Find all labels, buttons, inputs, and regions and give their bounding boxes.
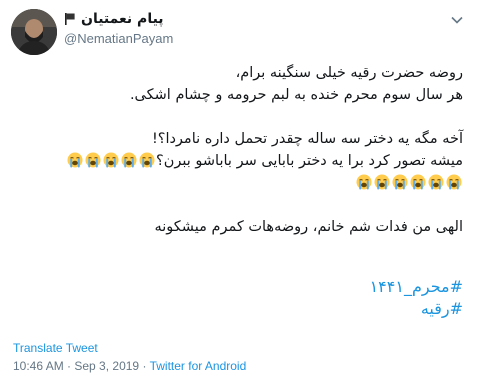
tweet-line: روضه حضرت رقیه خیلی سنگینه برام، (235, 65, 463, 81)
avatar[interactable] (11, 9, 57, 55)
crying-face-emoji-icon (67, 152, 83, 168)
author-name[interactable]: پیام نعمتیان (81, 11, 164, 27)
hashtag-link[interactable]: #محرم_۱۴۴۱ (370, 276, 463, 298)
meta-separator: · (63, 359, 75, 373)
tweet-source-link[interactable]: Twitter for Android (150, 359, 247, 373)
author-name-row: پیام نعمتیان (64, 11, 173, 27)
tweet-date[interactable]: Sep 3, 2019 (74, 359, 139, 373)
author-handle[interactable]: @NematianPayam (64, 31, 173, 46)
tweet-text: روضه حضرت رقیه خیلی سنگینه برام، هر سال … (14, 62, 463, 238)
emoji-group (66, 152, 156, 169)
author-block: پیام نعمتیان @NematianPayam (64, 11, 173, 46)
crying-face-emoji-icon (410, 174, 426, 190)
tweet-line: آخه مگه یه دختر سه ساله چقدر تحمل داره ن… (151, 131, 463, 147)
tweet-line-with-emoji: میشه تصور کرد برا یه دختر بابایی سر بابا… (14, 150, 463, 172)
tweet-line: الهی من فدات شم خانم، روضه‌هات کمرم میشک… (154, 219, 463, 235)
tweet-time[interactable]: 10:46 AM (13, 359, 64, 373)
crying-face-emoji-icon (103, 152, 119, 168)
translate-tweet-link[interactable]: Translate Tweet (13, 341, 98, 355)
hashtags: #محرم_۱۴۴۱ #رقیه (370, 276, 463, 320)
crying-face-emoji-icon (121, 152, 137, 168)
crying-face-emoji-icon (428, 174, 444, 190)
crying-face-emoji-icon (356, 174, 372, 190)
tweet-line-text: میشه تصور کرد برا یه دختر بابایی سر بابا… (156, 153, 463, 169)
tweet-line: هر سال سوم محرم خنده به لبم حرومه و چشام… (129, 87, 463, 103)
hashtag-link[interactable]: #رقیه (370, 298, 463, 320)
crying-face-emoji-icon (392, 174, 408, 190)
crying-face-emoji-icon (446, 174, 462, 190)
meta-separator: · (139, 359, 150, 373)
chevron-down-icon[interactable] (450, 12, 464, 26)
tweet-card: پیام نعمتیان @NematianPayam روضه حضرت رق… (0, 0, 480, 388)
emoji-line (14, 172, 463, 194)
flag-icon (64, 12, 76, 26)
crying-face-emoji-icon (374, 174, 390, 190)
emoji-group (355, 174, 463, 191)
crying-face-emoji-icon (85, 152, 101, 168)
crying-face-emoji-icon (139, 152, 155, 168)
tweet-meta: 10:46 AM · Sep 3, 2019 · Twitter for And… (13, 359, 246, 373)
